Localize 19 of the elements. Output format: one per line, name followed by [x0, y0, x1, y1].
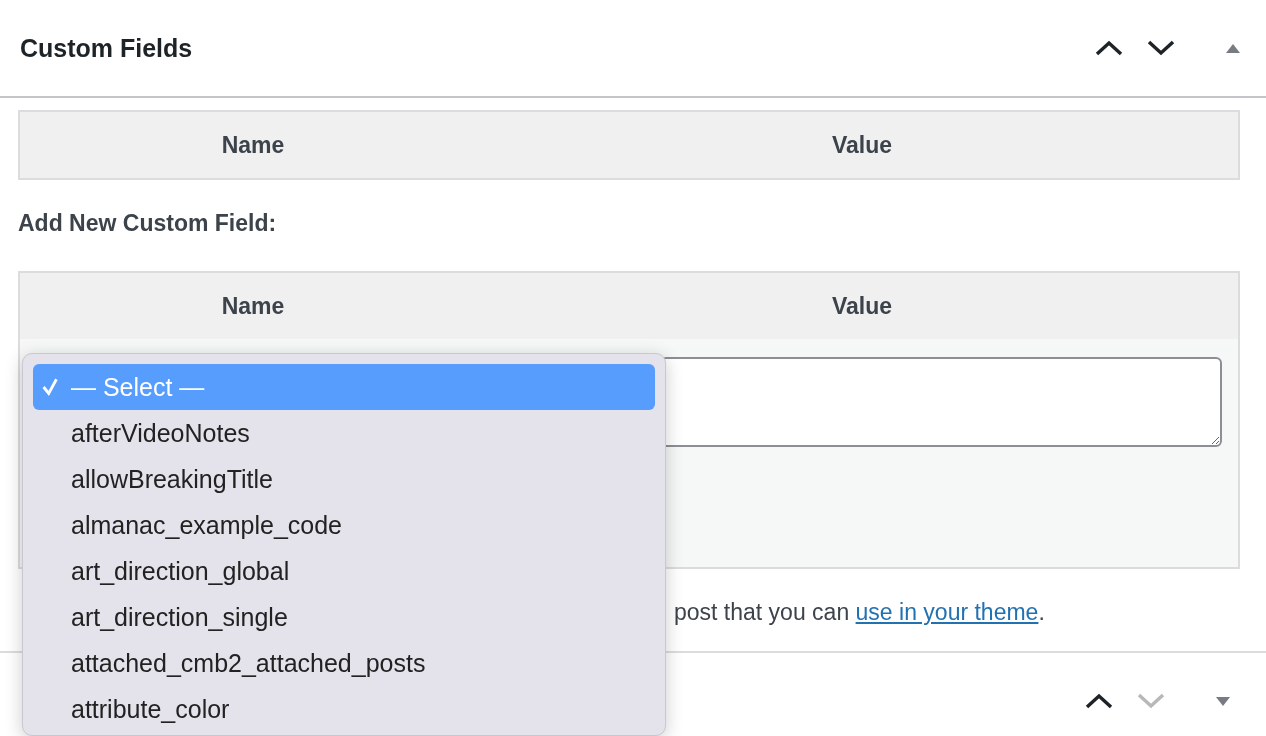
checkmark-icon: [41, 378, 59, 396]
column-header: Value: [830, 292, 894, 320]
dropdown-option[interactable]: afterVideoNotes: [33, 410, 655, 456]
dropdown-option[interactable]: art_direction_single: [33, 594, 655, 640]
column-header: Value: [830, 131, 894, 159]
dropdown-option[interactable]: attached_cmb2_attached_posts: [33, 640, 655, 686]
chevron-up-icon[interactable]: [1094, 38, 1124, 58]
dropdown-option[interactable]: allowBreakingTitle: [33, 456, 655, 502]
theme-link[interactable]: use in your theme: [855, 599, 1039, 625]
chevron-down-icon[interactable]: [1146, 38, 1176, 58]
dropdown-option[interactable]: almanac_example_code: [33, 502, 655, 548]
dropdown-option[interactable]: attribute_color: [33, 686, 655, 732]
panel-title: Custom Fields: [20, 33, 193, 63]
dropdown-option[interactable]: art_direction_global: [33, 548, 655, 594]
column-header: Name: [220, 292, 286, 320]
column-header: Name: [220, 131, 286, 159]
help-text: post that you can use in your theme.: [674, 599, 1046, 626]
section-heading: Add New Custom Field:: [18, 210, 278, 237]
chevron-up-icon[interactable]: [1084, 691, 1114, 711]
